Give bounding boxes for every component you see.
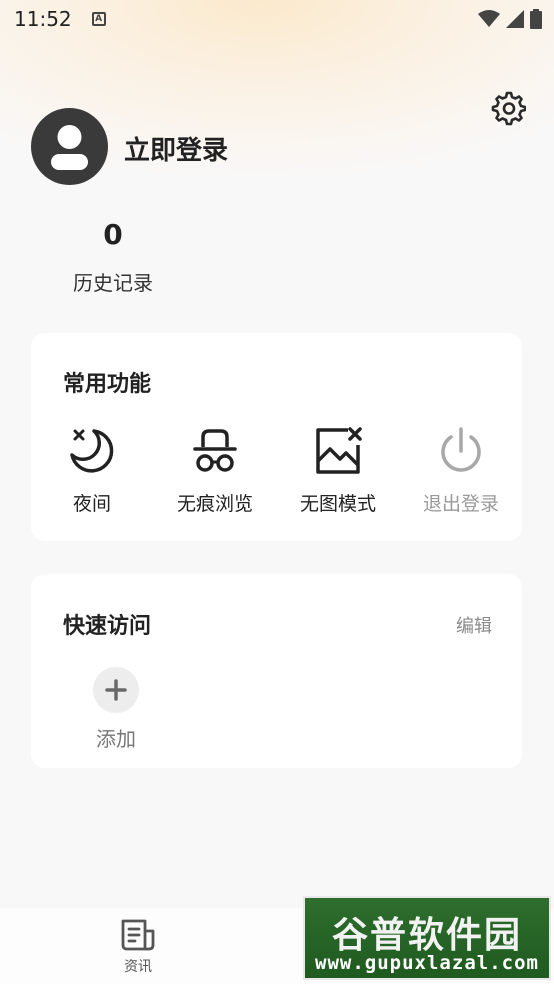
- history-records[interactable]: 0 历史记录: [60, 218, 166, 296]
- no-image-mode-label: 无图模式: [299, 493, 376, 515]
- no-image-mode-button[interactable]: 无图模式: [283, 425, 393, 516]
- news-icon: [121, 919, 155, 951]
- power-icon: [441, 427, 481, 472]
- watermark: 谷普软件园 www.gupuxlazal.com: [303, 896, 551, 980]
- status-time: 11:52: [14, 7, 72, 31]
- user-icon: [51, 125, 88, 170]
- status-indicators: [478, 9, 542, 29]
- gear-icon: [491, 91, 527, 126]
- common-functions-title: 常用功能: [63, 372, 152, 397]
- no-image-icon: [316, 427, 362, 474]
- notification-a-icon: A: [91, 12, 106, 26]
- incognito-button[interactable]: 无痕浏览: [160, 425, 270, 516]
- moon-icon: [70, 429, 114, 473]
- quick-access-title: 快速访问: [63, 614, 152, 639]
- logout-label: 退出登录: [422, 493, 499, 515]
- night-mode-button[interactable]: 夜间: [37, 425, 147, 516]
- history-count: 0: [103, 218, 123, 251]
- logout-button[interactable]: 退出登录: [406, 425, 516, 516]
- nav-item-news-label: 资讯: [124, 959, 152, 975]
- add-label: 添加: [96, 727, 136, 751]
- watermark-title: 谷普软件园: [331, 915, 522, 956]
- plus-icon: [105, 679, 127, 701]
- add-shortcut-button[interactable]: 添加: [79, 667, 153, 752]
- edit-button[interactable]: 编辑: [456, 612, 492, 638]
- battery-icon: [530, 9, 542, 29]
- watermark-url: www.gupuxlazal.com: [315, 952, 539, 974]
- settings-button[interactable]: [490, 90, 527, 126]
- add-circle: [93, 667, 139, 713]
- wifi-icon: [478, 10, 500, 27]
- login-button[interactable]: 立即登录: [124, 130, 228, 167]
- history-label: 历史记录: [73, 271, 153, 295]
- quick-access-card: 快速访问 编辑 添加: [31, 574, 522, 768]
- nav-item-news[interactable]: 资讯: [108, 918, 168, 976]
- common-functions-card: 常用功能 夜间 无痕浏览 无图模式 退出登录: [31, 333, 522, 541]
- night-mode-label: 夜间: [72, 493, 111, 515]
- signal-icon: [506, 10, 524, 28]
- incognito-label: 无痕浏览: [176, 493, 253, 515]
- incognito-icon: [193, 429, 237, 472]
- status-bar: 11:52 A: [0, 0, 554, 38]
- avatar[interactable]: [31, 108, 108, 185]
